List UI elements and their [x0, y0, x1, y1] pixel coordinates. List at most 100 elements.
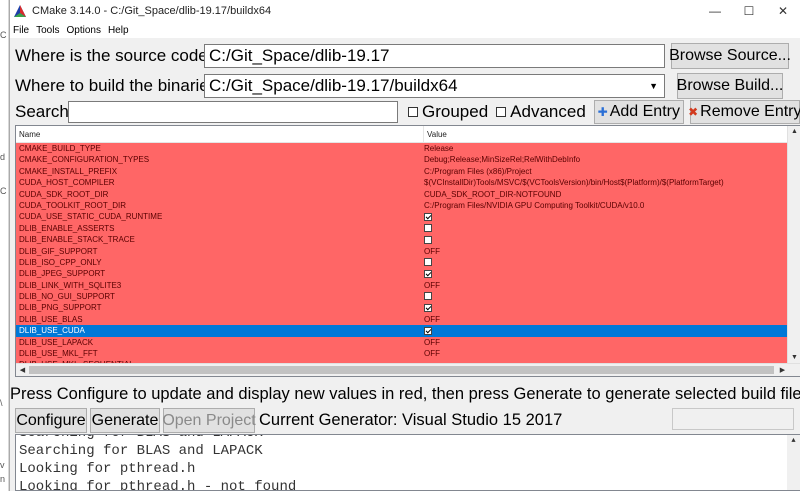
cache-entry-name: CMAKE_CONFIGURATION_TYPES: [19, 155, 150, 165]
output-line: Searching for BLAS and LAPACK: [16, 435, 800, 442]
table-row[interactable]: DLIB_JPEG_SUPPORT: [16, 268, 789, 280]
advanced-checkbox[interactable]: [496, 107, 507, 117]
table-row[interactable]: CMAKE_INSTALL_PREFIX C:/Program Files (x8…: [16, 165, 789, 178]
title-bar[interactable]: CMake 3.14.0 - C:/Git_Space/dlib-19.17/b…: [10, 0, 800, 22]
grouped-option[interactable]: Grouped: [408, 102, 488, 122]
table-body: CMAKE_BUILD_TYPE Release CMAKE_CONFIGURATI…: [16, 143, 789, 371]
scroll-up-icon[interactable]: ▲: [788, 126, 800, 138]
table-row[interactable]: DLIB_GIF_SUPPORT OFF: [16, 245, 789, 257]
table-row[interactable]: CUDA_SDK_ROOT_DIR CUDA_SDK_ROOT_DIR-NOTFO…: [16, 188, 789, 200]
column-header-name[interactable]: Name: [16, 126, 424, 142]
edge-char: v: [0, 460, 5, 470]
cache-entry-name: DLIB_ENABLE_ASSERTS: [19, 223, 115, 233]
cache-entry-value: [424, 268, 789, 279]
open-project-button[interactable]: Open Project: [162, 408, 256, 433]
menu-tools[interactable]: Tools: [36, 25, 59, 36]
table-row[interactable]: DLIB_USE_LAPACK OFF: [16, 336, 789, 349]
output-line: Looking for pthread.h: [19, 461, 196, 477]
output-scrollbar[interactable]: ▲: [787, 435, 800, 490]
column-header-value[interactable]: Value: [424, 126, 447, 142]
scroll-up-icon[interactable]: ▲: [787, 437, 800, 445]
table-row[interactable]: CUDA_USE_STATIC_CUDA_RUNTIME: [16, 211, 789, 223]
cache-entry-name: CUDA_SDK_ROOT_DIR: [19, 189, 109, 199]
cache-entry-value[interactable]: CUDA_SDK_ROOT_DIR-NOTFOUND: [424, 189, 789, 200]
grouped-checkbox[interactable]: [408, 107, 418, 117]
cache-entry-name: DLIB_PNG_SUPPORT: [19, 303, 102, 313]
build-path-combobox[interactable]: C:/Git_Space/dlib-19.17/buildx64 ▼: [204, 74, 665, 98]
table-row[interactable]: DLIB_USE_BLAS OFF: [16, 313, 789, 326]
cache-entry-value: [424, 223, 789, 234]
table-row[interactable]: DLIB_ENABLE_ASSERTS: [16, 222, 789, 235]
cache-entry-value[interactable]: OFF: [424, 337, 789, 348]
scroll-right-icon[interactable]: ▶: [776, 364, 789, 376]
add-entry-label: Add Entry: [609, 103, 680, 120]
table-row[interactable]: DLIB_NO_GUI_SUPPORT: [16, 291, 789, 303]
edge-char: \: [0, 398, 3, 408]
remove-entry-button[interactable]: ✖ Remove Entry: [688, 100, 800, 124]
window-title: CMake 3.14.0 - C:/Git_Space/dlib-19.17/b…: [32, 5, 272, 17]
entry-checkbox[interactable]: [424, 269, 432, 278]
cache-entry-name: DLIB_ISO_CPP_ONLY: [19, 257, 102, 267]
table-horizontal-scrollbar[interactable]: ◀ ▶: [16, 363, 800, 376]
cache-entry-value[interactable]: C:/Program Files/NVIDIA GPU Computing To…: [424, 200, 789, 211]
entry-checkbox[interactable]: [424, 212, 432, 221]
table-row[interactable]: CMAKE_CONFIGURATION_TYPES Debug;Release;M…: [16, 154, 789, 166]
configure-button[interactable]: Configure: [15, 408, 87, 433]
cache-entry-value[interactable]: Release: [424, 143, 789, 154]
entry-checkbox[interactable]: [424, 326, 432, 335]
table-vertical-scrollbar[interactable]: ▲ ▼: [787, 126, 800, 364]
table-row[interactable]: CUDA_TOOLKIT_ROOT_DIR C:/Program Files/NV…: [16, 199, 789, 212]
menu-bar: File Tools Options Help: [10, 22, 800, 38]
scroll-left-icon[interactable]: ◀: [16, 364, 29, 376]
table-row[interactable]: DLIB_USE_CUDA: [16, 325, 789, 337]
entry-checkbox[interactable]: [424, 224, 432, 233]
table-row[interactable]: DLIB_PNG_SUPPORT: [16, 302, 789, 314]
cache-table[interactable]: Name Value CMAKE_BUILD_TYPE Release CMAKE_…: [15, 125, 800, 377]
entry-checkbox[interactable]: [424, 292, 432, 301]
menu-file[interactable]: File: [13, 25, 29, 36]
browse-build-button[interactable]: Browse Build...: [677, 73, 783, 99]
cache-entry-value[interactable]: OFF: [424, 314, 789, 325]
cmake-window: CMake 3.14.0 - C:/Git_Space/dlib-19.17/b…: [9, 0, 800, 491]
source-path-input[interactable]: C:/Git_Space/dlib-19.17: [204, 44, 665, 68]
cache-entry-value: [424, 234, 789, 245]
cache-entry-name: DLIB_NO_GUI_SUPPORT: [19, 292, 115, 302]
cache-entry-name: DLIB_ENABLE_STACK_TRACE: [19, 235, 135, 245]
entry-checkbox[interactable]: [424, 258, 432, 267]
table-row[interactable]: DLIB_LINK_WITH_SQLITE3 OFF: [16, 279, 789, 292]
cache-entry-name: DLIB_LINK_WITH_SQLITE3: [19, 280, 122, 290]
build-label: Where to build the binaries:: [15, 76, 222, 95]
entry-checkbox[interactable]: [424, 235, 432, 244]
cache-entry-value[interactable]: OFF: [424, 280, 789, 291]
cache-entry-value[interactable]: OFF: [424, 246, 789, 257]
cache-entry-value[interactable]: Debug;Release;MinSizeRel;RelWithDebInfo: [424, 154, 789, 165]
menu-help[interactable]: Help: [108, 25, 129, 36]
cache-entry-name: DLIB_USE_MKL_FFT: [19, 349, 98, 359]
output-log[interactable]: Searching for BLAS and LAPACK Searching …: [15, 434, 800, 491]
menu-options[interactable]: Options: [66, 25, 100, 36]
table-row[interactable]: DLIB_ISO_CPP_ONLY: [16, 256, 789, 269]
add-entry-button[interactable]: ✚ Add Entry: [593, 100, 684, 124]
table-row[interactable]: DLIB_ENABLE_STACK_TRACE: [16, 234, 789, 246]
browse-source-button[interactable]: Browse Source...: [669, 43, 791, 69]
search-input[interactable]: [68, 101, 398, 123]
cache-entry-value[interactable]: $(VCInstallDir)Tools/MSVC/$(VCToolsVersi…: [424, 177, 789, 188]
generate-button[interactable]: Generate: [90, 408, 160, 433]
horizontal-scroll-thumb[interactable]: [29, 366, 774, 374]
cache-entry-name: DLIB_USE_BLAS: [19, 314, 83, 324]
cache-entry-value: [424, 257, 789, 268]
advanced-option[interactable]: Advanced: [496, 102, 586, 122]
maximize-button[interactable]: ☐: [732, 0, 766, 22]
edge-char: C: [0, 30, 7, 40]
cache-entry-value[interactable]: OFF: [424, 348, 789, 359]
entry-checkbox[interactable]: [424, 303, 432, 312]
dropdown-arrow-icon[interactable]: ▼: [649, 81, 660, 91]
edge-char: d: [0, 152, 6, 162]
cache-entry-value[interactable]: C:/Program Files (x86)/Project: [424, 166, 789, 177]
close-button[interactable]: ✕: [766, 0, 800, 22]
table-row[interactable]: DLIB_USE_MKL_FFT OFF: [16, 348, 789, 360]
table-row[interactable]: CMAKE_BUILD_TYPE Release: [16, 143, 789, 155]
status-message: Press Configure to update and display ne…: [10, 385, 800, 403]
minimize-button[interactable]: —: [698, 0, 732, 22]
table-row[interactable]: CUDA_HOST_COMPILER $(VCInstallDir)Tools/M…: [16, 177, 789, 189]
